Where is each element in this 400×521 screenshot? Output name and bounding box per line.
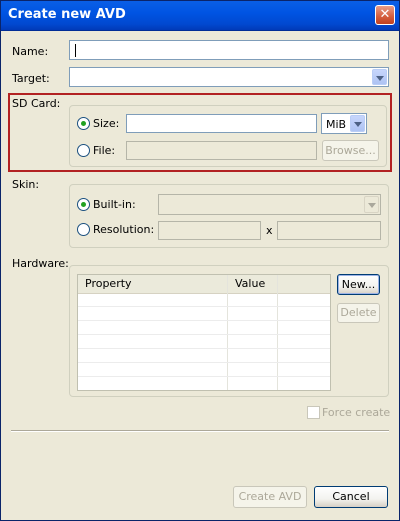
sd-file-radio[interactable] (77, 144, 90, 157)
browse-button[interactable]: Browse... (322, 140, 379, 161)
table-row-divider (78, 348, 330, 349)
builtin-skin-select[interactable] (158, 194, 381, 215)
table-row-divider (78, 306, 330, 307)
column-divider (277, 275, 278, 390)
force-create-checkbox[interactable] (307, 406, 320, 419)
name-label: Name: (12, 45, 49, 58)
sd-file-input[interactable] (126, 141, 317, 160)
close-icon[interactable]: ✕ (375, 5, 395, 25)
text-caret (75, 44, 76, 57)
resolution-height-input[interactable] (277, 221, 381, 240)
target-label: Target: (12, 72, 50, 85)
skin-resolution-radio[interactable] (77, 223, 90, 236)
column-header-value[interactable]: Value (235, 277, 265, 290)
table-row-divider (78, 376, 330, 377)
resolution-label: Resolution: (93, 223, 155, 236)
resolution-width-input[interactable] (158, 221, 261, 240)
footer-separator (11, 430, 389, 432)
chevron-down-icon[interactable] (364, 196, 379, 213)
column-header-property[interactable]: Property (85, 277, 132, 290)
title-bar[interactable]: Create new AVD ✕ (1, 1, 399, 31)
table-row-divider (78, 334, 330, 335)
sd-size-input[interactable] (126, 114, 317, 133)
sd-card-label: SD Card: (12, 97, 61, 110)
create-avd-dialog: Create new AVD ✕ Name: Target: SD Card: … (0, 0, 400, 521)
hardware-table[interactable]: Property Value (77, 274, 331, 391)
file-label: File: (93, 144, 116, 157)
name-field[interactable] (69, 40, 389, 60)
sd-size-unit-select[interactable]: MiB (321, 113, 367, 134)
table-row-divider (78, 320, 330, 321)
chevron-down-icon[interactable] (372, 69, 387, 85)
delete-property-button[interactable]: Delete (337, 303, 380, 323)
resolution-x-separator: x (266, 224, 273, 237)
dialog-title: Create new AVD (8, 7, 126, 22)
create-avd-button[interactable]: Create AVD (233, 486, 307, 508)
hardware-label: Hardware: (12, 257, 69, 270)
table-header: Property Value (78, 275, 330, 294)
force-create-label: Force create (322, 406, 391, 419)
sd-size-radio[interactable] (77, 117, 90, 130)
chevron-down-icon[interactable] (350, 115, 365, 132)
cancel-button[interactable]: Cancel (314, 486, 388, 508)
skin-label: Skin: (12, 178, 40, 191)
column-divider (227, 275, 228, 390)
size-label: Size: (93, 117, 120, 130)
target-select[interactable] (69, 67, 389, 87)
skin-builtin-radio[interactable] (77, 198, 90, 211)
table-row-divider (78, 362, 330, 363)
new-property-button[interactable]: New... (337, 274, 380, 295)
builtin-label: Built-in: (93, 198, 136, 211)
